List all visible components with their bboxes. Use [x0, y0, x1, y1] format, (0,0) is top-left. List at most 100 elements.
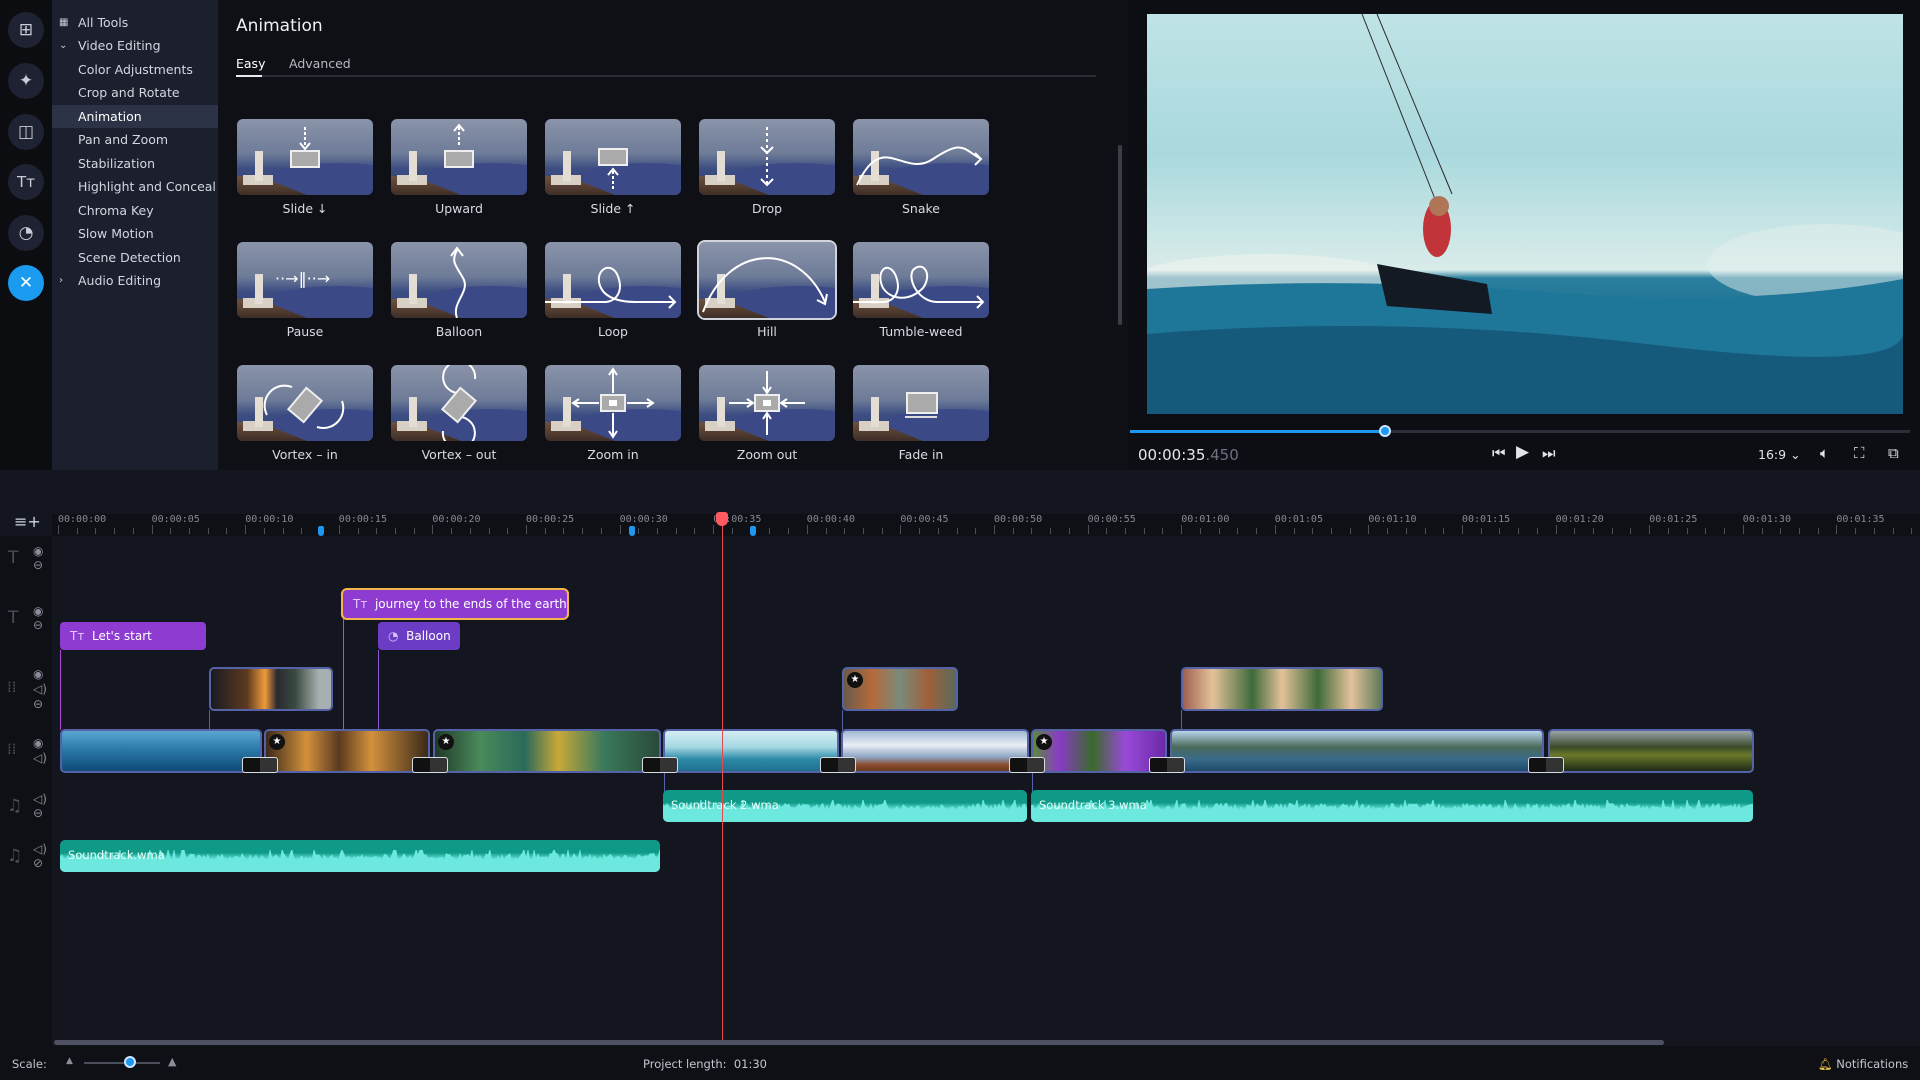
scale-slider[interactable] [84, 1062, 160, 1064]
timeline-marker[interactable] [750, 526, 756, 536]
panel-scrollbar[interactable] [1118, 145, 1122, 325]
video-preview[interactable] [1147, 14, 1903, 414]
timeline-marker[interactable] [318, 526, 324, 536]
play-button[interactable]: ▶ [1516, 442, 1529, 462]
tool-chroma-key[interactable]: Chroma Key [52, 199, 218, 222]
preset-thumbnail[interactable] [237, 119, 373, 195]
volume-icon[interactable]: ◁) [33, 842, 47, 856]
preset-thumbnail[interactable] [545, 119, 681, 195]
tab-advanced[interactable]: Advanced [289, 56, 351, 71]
timeline-scrollbar[interactable] [54, 1040, 1664, 1045]
time-ruler[interactable] [52, 514, 1920, 536]
audio-clip[interactable]: Soundtrack 3.wma [1031, 790, 1753, 822]
tool-video-editing[interactable]: ⌄ Video Editing [52, 34, 218, 57]
preset-thumbnail[interactable] [391, 119, 527, 195]
tool-color-adjustments[interactable]: Color Adjustments [52, 58, 218, 81]
sticker-clip[interactable]: ◔ Balloon [378, 622, 460, 650]
preset-thumbnail[interactable] [699, 365, 835, 441]
tool-crop-and-rotate[interactable]: Crop and Rotate [52, 81, 218, 104]
tool-audio-editing[interactable]: › Audio Editing [52, 269, 218, 292]
visibility-eye-icon[interactable]: ◉ [33, 604, 43, 618]
visibility-eye-icon[interactable]: ◉ [33, 544, 43, 558]
video-track-icon: ⁞⁞ [7, 740, 17, 758]
preset-label: Snake [901, 201, 940, 216]
title-clip[interactable]: Tт journey to the ends of the earth [341, 588, 569, 620]
audio-clip[interactable]: Soundtrack 2.wma [663, 790, 1027, 822]
titles-button[interactable]: Tт [8, 164, 44, 200]
more-tools-button[interactable]: ✕ [8, 265, 44, 301]
aspect-ratio-select[interactable]: 16:9 ⌄ [1758, 447, 1801, 462]
preset-thumbnail[interactable] [853, 242, 989, 318]
ruler-tick [1106, 528, 1108, 534]
tool-scene-detection[interactable]: Scene Detection [52, 246, 218, 269]
fullscreen-button[interactable]: ⛶ [1854, 444, 1865, 462]
preset-thumbnail[interactable] [237, 365, 373, 441]
video-clip[interactable] [841, 729, 1029, 773]
unlink-icon[interactable]: ⊘ [33, 856, 43, 870]
timeline-marker[interactable] [629, 526, 635, 536]
notifications-button[interactable]: 🔔︎ Notifications [1818, 1057, 1908, 1071]
tool-slow-motion[interactable]: Slow Motion [52, 222, 218, 245]
tool-highlight-and-conceal[interactable]: Highlight and Conceal [52, 175, 218, 198]
link-icon[interactable]: ⊖ [33, 558, 43, 572]
video-clip[interactable] [1548, 729, 1754, 773]
preset-thumbnail[interactable] [699, 119, 835, 195]
tool-stabilization[interactable]: Stabilization [52, 152, 218, 175]
preset-thumbnail[interactable] [545, 365, 681, 441]
overlay-clip[interactable] [209, 667, 333, 711]
preset-thumbnail[interactable]: ··→‖··→ [237, 242, 373, 318]
zoom-out-icon[interactable]: ▲ [66, 1056, 73, 1066]
preset-thumbnail[interactable] [853, 119, 989, 195]
preset-thumbnail[interactable] [391, 365, 527, 441]
preset-thumbnail[interactable] [853, 365, 989, 441]
scale-slider-handle[interactable] [123, 1056, 136, 1068]
transition-marker[interactable] [412, 757, 448, 773]
playhead-handle[interactable] [716, 512, 728, 526]
next-button[interactable]: ⏭ [1542, 444, 1556, 462]
visibility-eye-icon[interactable]: ◉ [33, 667, 43, 681]
motion-path-icon [571, 367, 655, 439]
link-icon[interactable]: ⊖ [33, 806, 43, 820]
transition-marker[interactable] [242, 757, 278, 773]
audio-clip[interactable]: Soundtrack.wma [60, 840, 660, 872]
preset-thumbnail[interactable] [545, 242, 681, 318]
video-clip[interactable] [1170, 729, 1544, 773]
stickers-button[interactable]: ◔ [8, 215, 44, 251]
video-clip[interactable]: ★ [433, 729, 661, 773]
video-clip[interactable] [60, 729, 262, 773]
visibility-eye-icon[interactable]: ◉ [33, 736, 43, 750]
previous-button[interactable]: ⏮ [1492, 444, 1506, 462]
add-media-button[interactable]: ⊞ [8, 12, 44, 48]
filters-button[interactable]: ✦ [8, 63, 44, 99]
volume-icon[interactable]: ◁) [33, 751, 47, 765]
transitions-button[interactable]: ◫ [8, 114, 44, 150]
detach-player-button[interactable]: ⧉ [1888, 444, 1899, 462]
preset-thumbnail[interactable] [391, 242, 527, 318]
overlay-clip[interactable] [1181, 667, 1383, 711]
video-clip[interactable] [663, 729, 839, 773]
title-clip[interactable]: Tт Let's start [60, 622, 206, 650]
transition-marker[interactable] [1009, 757, 1045, 773]
tool-pan-and-zoom[interactable]: Pan and Zoom [52, 128, 218, 151]
zoom-in-icon[interactable]: ▲ [168, 1055, 176, 1068]
link-icon[interactable]: ⊖ [33, 618, 43, 632]
volume-icon[interactable]: ◁) [33, 682, 47, 696]
transition-marker[interactable] [1528, 757, 1564, 773]
add-track-button[interactable]: ≡+ [14, 512, 41, 531]
tool-all-tools[interactable]: ▦ All Tools [52, 11, 218, 34]
preset-thumbnail[interactable] [697, 240, 837, 320]
tool-animation[interactable]: Animation [52, 105, 218, 128]
link-icon[interactable]: ⊖ [33, 697, 43, 711]
seek-handle[interactable] [1379, 425, 1392, 437]
ruler-tick [1724, 528, 1726, 534]
video-clip[interactable]: ★ [264, 729, 430, 773]
transition-marker[interactable] [642, 757, 678, 773]
volume-icon[interactable]: ◁) [33, 792, 47, 806]
ruler-tick [1293, 528, 1295, 534]
video-clip[interactable]: ★ [1031, 729, 1167, 773]
tab-easy[interactable]: Easy [236, 56, 265, 71]
transition-marker[interactable] [820, 757, 856, 773]
transition-marker[interactable] [1149, 757, 1185, 773]
volume-button[interactable]: 🔈︎ [1820, 444, 1829, 462]
overlay-clip[interactable]: ★ [842, 667, 958, 711]
